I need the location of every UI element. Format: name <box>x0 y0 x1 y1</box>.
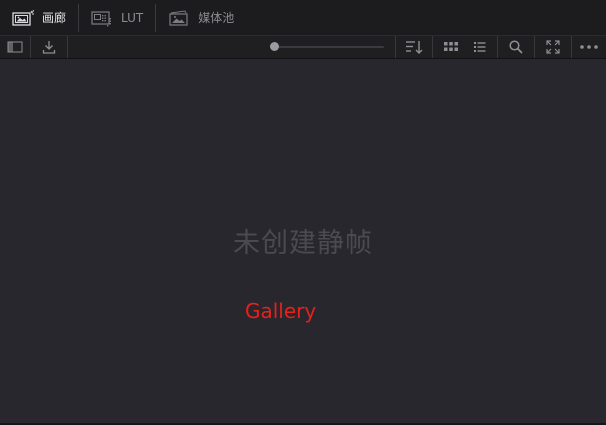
zoom-slider-thumb[interactable] <box>270 42 279 51</box>
tab-label: 媒体池 <box>198 11 235 25</box>
download-button[interactable] <box>31 36 67 58</box>
more-options-button[interactable] <box>572 36 606 58</box>
tab-bar: 画廊 LUT 媒体池 <box>0 0 606 35</box>
gallery-toolbar <box>0 35 606 59</box>
tab-label: 画廊 <box>42 11 67 25</box>
toolbar-divider <box>67 36 68 58</box>
sidebar-toggle-icon <box>6 40 24 54</box>
download-icon <box>41 39 57 55</box>
gallery-content: 未创建静帧 Gallery <box>0 59 606 423</box>
sort-button[interactable] <box>396 36 432 58</box>
search-button[interactable] <box>498 36 534 58</box>
tab-media-pool[interactable]: 媒体池 <box>156 0 246 35</box>
lut-icon <box>89 8 115 28</box>
tab-lut[interactable]: LUT <box>79 0 155 35</box>
media-pool-icon <box>166 8 192 28</box>
zoom-slider-track <box>274 46 384 48</box>
tab-gallery[interactable]: 画廊 <box>0 0 78 35</box>
search-icon <box>508 39 524 55</box>
gallery-panel: 画廊 LUT 媒体池 未创建静帧 Gallery <box>0 0 606 425</box>
more-options-icon <box>579 44 599 50</box>
sidebar-toggle-button[interactable] <box>0 36 30 58</box>
gallery-icon <box>10 8 36 28</box>
grid-view-button[interactable] <box>436 36 466 58</box>
sort-icon <box>404 39 424 55</box>
list-view-icon <box>472 40 488 54</box>
expand-icon <box>545 39 561 55</box>
list-view-button[interactable] <box>466 36 494 58</box>
tab-label: LUT <box>121 10 144 25</box>
toolbar-divider <box>432 36 433 58</box>
empty-state-message: 未创建静帧 <box>233 228 373 259</box>
expand-button[interactable] <box>535 36 571 58</box>
zoom-slider[interactable] <box>270 42 384 52</box>
gallery-annotation-label: Gallery <box>245 299 317 323</box>
grid-view-icon <box>443 40 459 54</box>
